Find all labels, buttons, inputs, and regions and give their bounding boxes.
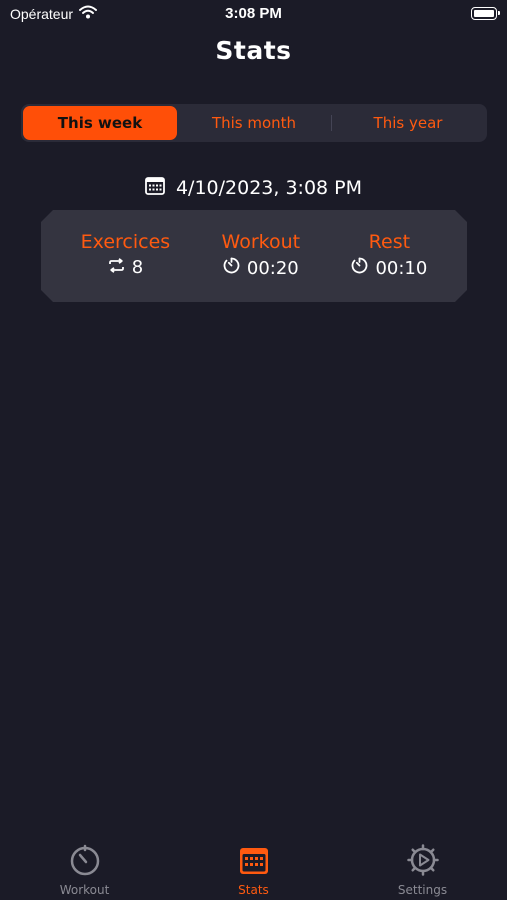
battery-icon (471, 7, 500, 20)
calendar-icon (238, 844, 270, 880)
workout-stat: Workout 00:20 (222, 230, 301, 280)
tab-this-year[interactable]: This year (331, 106, 485, 140)
rest-label: Rest (368, 231, 411, 253)
exercises-value-row: 8 (108, 257, 143, 279)
status-time: 3:08 PM (225, 5, 282, 22)
page-title: Stats (215, 36, 292, 65)
exercises-stat: Exercices 8 (81, 230, 171, 279)
exercises-label: Exercices (80, 231, 171, 253)
status-bar: Opérateur 3:08 PM (0, 0, 507, 28)
date-text: 4/10/2023, 3:08 PM (175, 177, 363, 199)
stopwatch-icon (69, 844, 101, 880)
date-row: 4/10/2023, 3:08 PM (0, 176, 507, 200)
workout-label: Workout (221, 231, 301, 253)
tab-bar: Workout Stats Settings (0, 840, 507, 900)
rest-value-row: 00:10 (351, 257, 427, 280)
period-segmented-control: This week This month This year (21, 104, 487, 142)
tab-workout-label: Workout (59, 883, 110, 897)
tab-settings-label: Settings (397, 883, 448, 897)
stats-screen: Opérateur 3:08 PM Stats This week This m… (0, 0, 507, 900)
tab-stats-label: Stats (238, 883, 269, 897)
workout-value-row: 00:20 (223, 257, 299, 280)
summary-card: Exercices 8 Workout 00:20 Rest 00:10 (41, 210, 467, 302)
rest-stat: Rest 00:10 (351, 230, 427, 280)
tab-settings[interactable]: Settings (338, 840, 507, 900)
timer-icon (223, 257, 240, 280)
exercises-value: 8 (131, 257, 144, 278)
tab-workout[interactable]: Workout (0, 840, 169, 900)
repeat-icon (108, 257, 125, 279)
gear-play-icon (406, 844, 439, 880)
timer-icon (351, 257, 368, 280)
rest-value: 00:10 (375, 257, 428, 279)
tab-stats[interactable]: Stats (169, 840, 338, 900)
tab-this-month[interactable]: This month (177, 106, 331, 140)
calendar-icon (145, 176, 165, 200)
tab-this-week[interactable]: This week (23, 106, 177, 140)
workout-value: 00:20 (246, 257, 299, 279)
